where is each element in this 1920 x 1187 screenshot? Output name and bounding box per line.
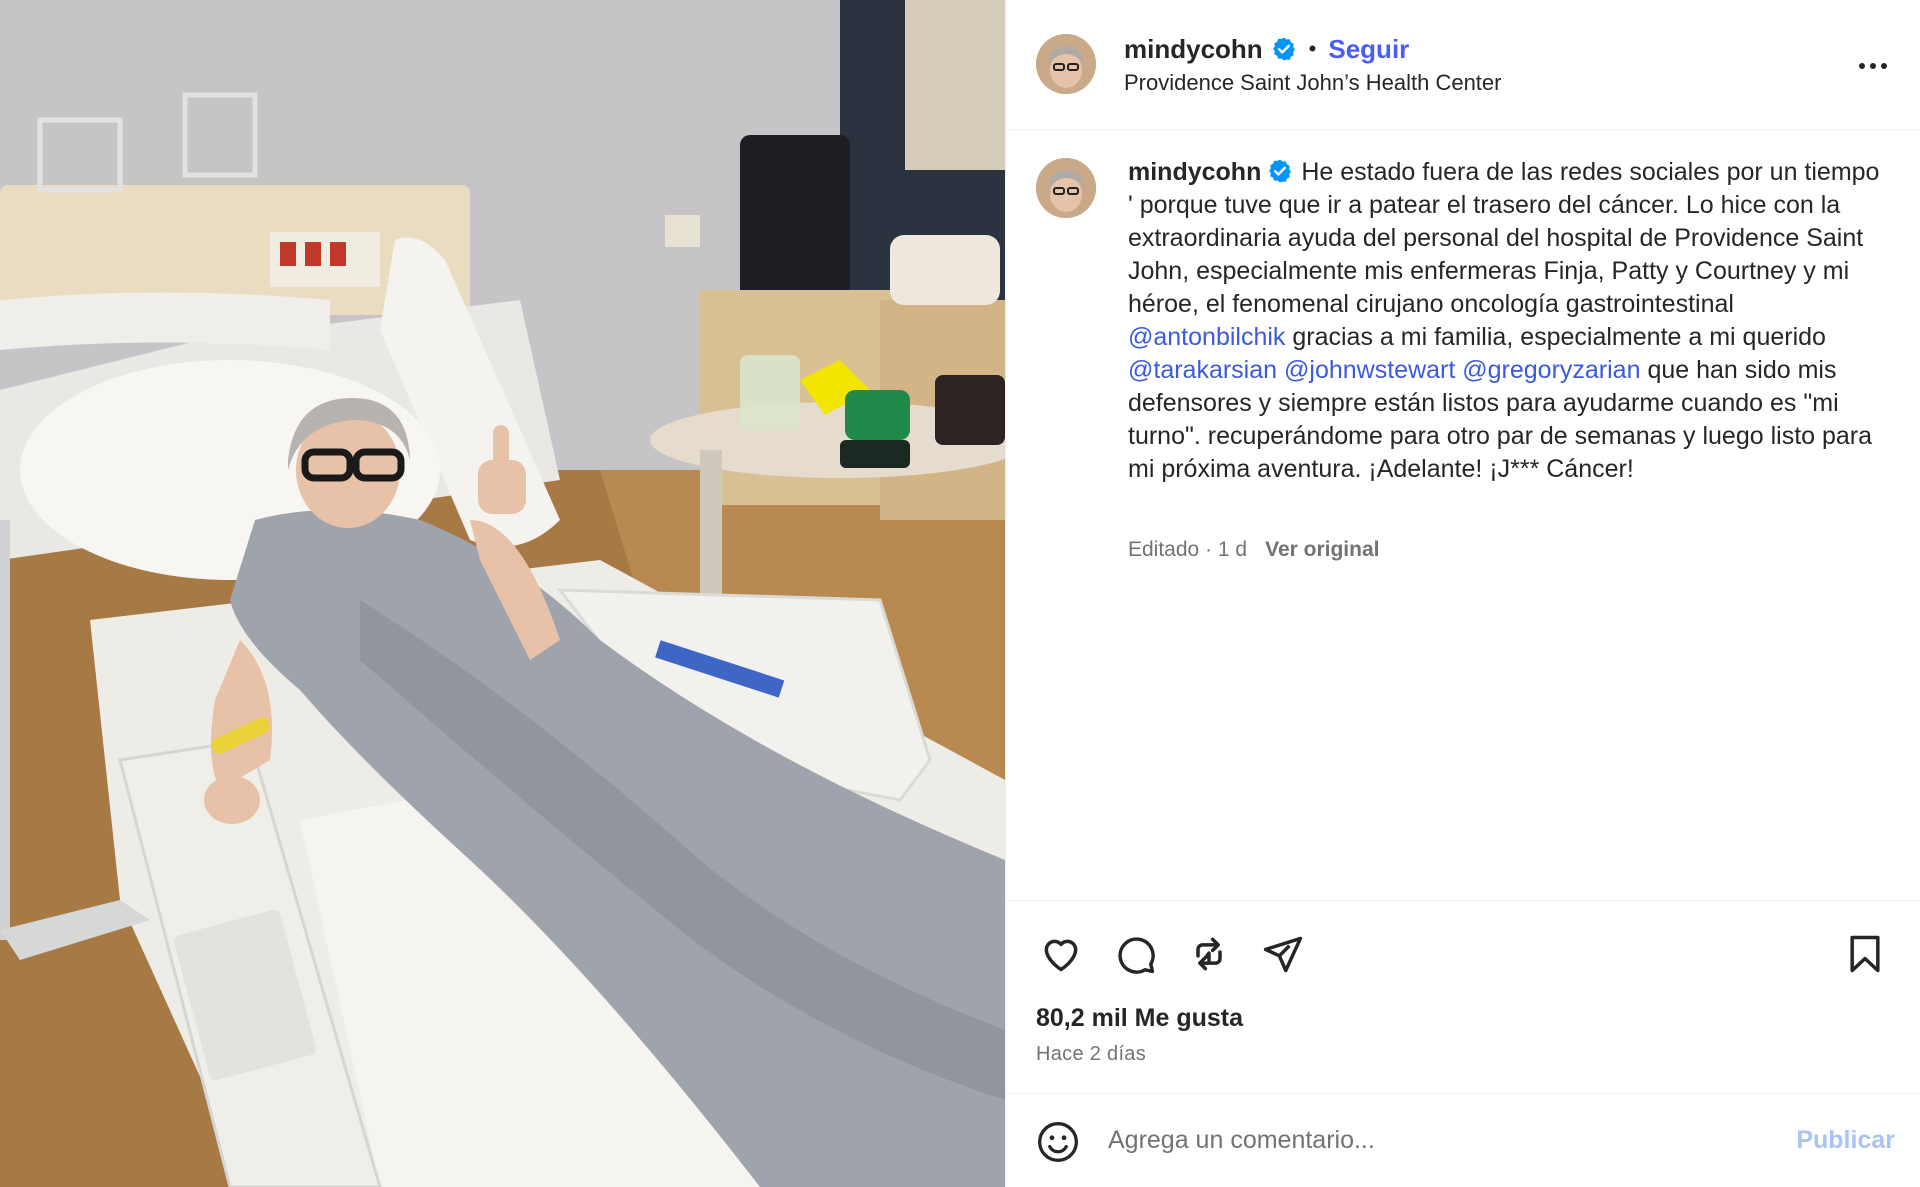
heart-icon	[1044, 939, 1078, 972]
caption-meta: Editado · 1 d Ver original	[1128, 538, 1379, 562]
bookmark-icon	[1850, 935, 1880, 973]
post-panel: mindycohn • Seguir Providence Saint John…	[1005, 0, 1920, 1187]
more-icon	[1859, 63, 1887, 69]
author-username[interactable]: mindycohn	[1124, 34, 1263, 65]
mention-link[interactable]: @gregoryzarian	[1462, 356, 1640, 384]
edited-label: Editado · 1 d	[1128, 538, 1248, 561]
comment-button[interactable]	[1112, 931, 1158, 977]
save-button[interactable]	[1842, 931, 1888, 977]
caption-body-2: gracias a mi familia, especialmente a mi…	[1285, 323, 1826, 351]
likes-count[interactable]: 80,2 mil Me gusta	[1036, 1004, 1243, 1033]
post-photo[interactable]	[0, 0, 1005, 1187]
publish-button[interactable]: Publicar	[1796, 1126, 1895, 1155]
caption-body-3	[1277, 356, 1284, 384]
share-button[interactable]	[1260, 931, 1306, 977]
caption-text: mindycohn He estado fuera de las redes so…	[1128, 156, 1888, 486]
verified-icon	[1269, 159, 1292, 183]
avatar-photo	[1036, 158, 1096, 218]
post-header: mindycohn • Seguir Providence Saint John…	[1006, 0, 1920, 130]
avatar-photo	[1036, 34, 1096, 94]
see-original-link[interactable]: Ver original	[1265, 538, 1379, 562]
hospital-bed-photo	[0, 0, 1005, 1187]
like-button[interactable]	[1038, 931, 1084, 977]
instagram-post: mindycohn • Seguir Providence Saint John…	[0, 0, 1920, 1187]
follow-button[interactable]: Seguir	[1328, 34, 1409, 65]
author-avatar[interactable]	[1036, 34, 1096, 94]
share-icon	[1263, 936, 1303, 973]
header-separator: •	[1308, 36, 1317, 61]
mention-link[interactable]: @johnwstewart	[1284, 356, 1455, 384]
verified-icon	[1272, 37, 1295, 61]
caption-avatar[interactable]	[1036, 158, 1096, 218]
mention-link[interactable]: @tarakarsian	[1128, 356, 1277, 384]
caption-username[interactable]: mindycohn	[1128, 158, 1261, 186]
action-bar: 80,2 mil Me gusta Hace 2 días	[1006, 900, 1920, 1095]
repost-icon	[1196, 937, 1222, 971]
emoji-icon[interactable]	[1036, 1120, 1080, 1164]
mention-link[interactable]: @antonbilchik	[1128, 323, 1285, 351]
comment-input[interactable]	[1108, 1116, 1748, 1164]
header-author-line: mindycohn • Seguir	[1124, 32, 1409, 66]
post-location[interactable]: Providence Saint John’s Health Center	[1124, 70, 1501, 96]
comment-bar: Publicar	[1006, 1093, 1920, 1187]
caption-section: mindycohn He estado fuera de las redes so…	[1006, 130, 1920, 900]
post-timestamp[interactable]: Hace 2 días	[1036, 1043, 1146, 1066]
more-options-button[interactable]	[1855, 48, 1891, 84]
repost-button[interactable]	[1186, 931, 1232, 977]
comment-icon	[1118, 937, 1155, 974]
